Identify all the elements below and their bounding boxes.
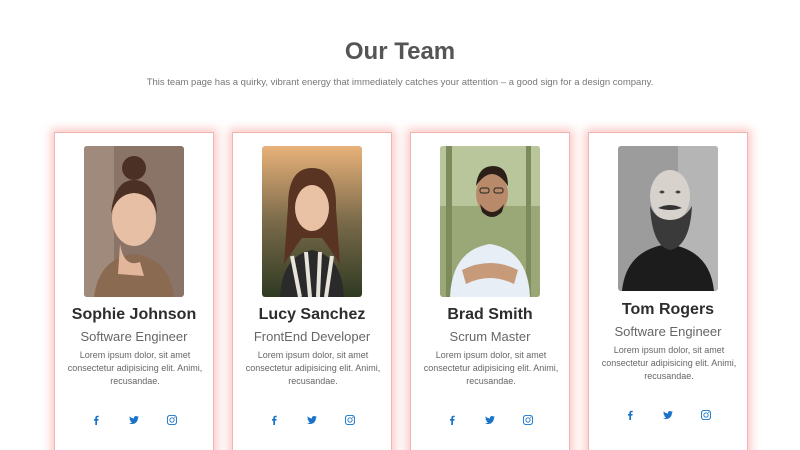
member-photo (618, 146, 718, 291)
team-card-brad-smith: Brad Smith Scrum Master Lorem ipsum dolo… (410, 132, 570, 450)
instagram-icon[interactable] (165, 413, 179, 427)
member-photo (84, 146, 184, 297)
twitter-icon[interactable] (661, 408, 675, 422)
social-links (55, 413, 213, 427)
social-links (233, 413, 391, 427)
member-photo (440, 146, 540, 297)
twitter-icon[interactable] (305, 413, 319, 427)
member-role: FrontEnd Developer (253, 329, 371, 344)
page-subtitle: This team page has a quirky, vibrant ene… (146, 77, 654, 88)
member-description: Lorem ipsum dolor, sit amet consectetur … (423, 350, 559, 386)
facebook-icon[interactable] (445, 413, 459, 427)
twitter-icon[interactable] (483, 413, 497, 427)
member-photo (262, 146, 362, 297)
instagram-icon[interactable] (343, 413, 357, 427)
facebook-icon[interactable] (623, 408, 637, 422)
member-role: Software Engineer (80, 329, 188, 344)
member-role: Scrum Master (449, 329, 531, 344)
instagram-icon[interactable] (521, 413, 535, 427)
member-name: Brad Smith (447, 306, 533, 323)
member-role: Software Engineer (614, 324, 722, 339)
social-links (589, 408, 747, 422)
page-title: Our Team (344, 38, 456, 65)
facebook-icon[interactable] (89, 413, 103, 427)
social-links (411, 413, 569, 427)
member-name: Lucy Sanchez (258, 306, 366, 323)
instagram-icon[interactable] (699, 408, 713, 422)
team-card-tom-rogers: Tom Rogers Software Engineer Lorem ipsum… (588, 132, 748, 450)
facebook-icon[interactable] (267, 413, 281, 427)
team-card-sophie-johnson: Sophie Johnson Software Engineer Lorem i… (54, 132, 214, 450)
twitter-icon[interactable] (127, 413, 141, 427)
team-card-lucy-sanchez: Lucy Sanchez FrontEnd Developer Lorem ip… (232, 132, 392, 450)
member-description: Lorem ipsum dolor, sit amet consectetur … (67, 350, 203, 386)
member-name: Sophie Johnson (71, 306, 197, 323)
member-description: Lorem ipsum dolor, sit amet consectetur … (245, 350, 381, 386)
member-name: Tom Rogers (621, 301, 715, 318)
member-description: Lorem ipsum dolor, sit amet consectetur … (601, 345, 737, 381)
